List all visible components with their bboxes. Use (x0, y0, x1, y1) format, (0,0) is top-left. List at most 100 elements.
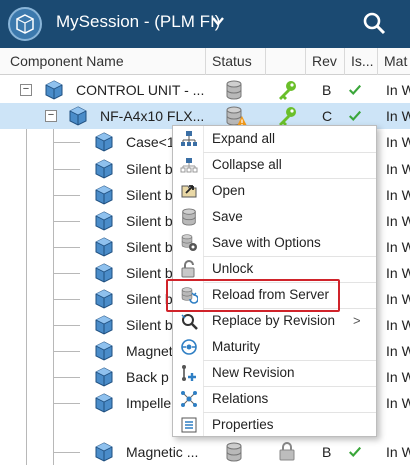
assembly-icon (68, 106, 88, 126)
row-name: Magnetic ... (126, 444, 199, 460)
check-icon (348, 83, 362, 97)
submenu-arrow-icon: > (353, 313, 361, 328)
menu-item-maturity[interactable]: Maturity (173, 334, 376, 360)
row-mat: In W (386, 108, 410, 124)
maturity-icon (181, 339, 197, 355)
tree-line (54, 403, 80, 404)
open-icon (181, 185, 197, 198)
row-rev: B (322, 444, 332, 460)
tree-line (54, 351, 80, 352)
tree-line (54, 325, 80, 326)
collapse-toggle[interactable]: − (20, 84, 32, 96)
menu-item-label: New Revision (212, 365, 295, 380)
tree-line (54, 221, 80, 222)
save-icon (180, 208, 198, 226)
row-mat: In W (386, 343, 410, 359)
menu-item-label: Maturity (212, 339, 261, 354)
row-name: Silent b (126, 239, 172, 255)
row-name: Magnet (126, 343, 172, 359)
menu-item-properties[interactable]: Properties (173, 412, 376, 438)
row-mat: In W (386, 239, 410, 255)
unlock-icon (181, 260, 195, 278)
row-mat: In W (386, 369, 410, 385)
row-name: Impelle (126, 395, 172, 411)
menu-item-label: Save (212, 209, 243, 224)
part-icon (94, 263, 114, 283)
part-icon (94, 393, 114, 413)
column-header-status[interactable]: Status (205, 48, 265, 75)
row-mat: In W (386, 82, 410, 98)
tree-line (54, 195, 80, 196)
part-icon (94, 132, 114, 152)
new-revision-icon (182, 365, 196, 381)
menu-item-save-with-options[interactable]: Save with Options (173, 230, 376, 256)
menu-item-save[interactable]: Save (173, 204, 376, 230)
tree-line (54, 299, 80, 300)
part-icon (94, 367, 114, 387)
collapse-toggle[interactable]: − (45, 110, 57, 122)
menu-item-label: Collapse all (212, 157, 282, 172)
row-name: Case<1> (126, 134, 172, 150)
part-icon (94, 442, 114, 462)
column-header-spacer[interactable] (265, 48, 305, 75)
menu-item-label: Open (212, 183, 246, 198)
column-header-mat[interactable]: Mat (377, 48, 410, 75)
part-icon (94, 185, 114, 205)
search-icon[interactable] (362, 11, 386, 35)
title-bar: MySession - (PLM FI) (0, 0, 410, 48)
row-mat: In W (386, 134, 410, 150)
table-row[interactable]: Magnetic ... B In W (0, 439, 410, 465)
app-logo-icon[interactable] (8, 7, 42, 41)
key-icon[interactable] (276, 79, 298, 101)
menu-item-expand-all[interactable]: Expand all (173, 126, 376, 152)
tree-line (54, 247, 80, 248)
part-icon (94, 289, 114, 309)
menu-item-label: Relations (212, 391, 269, 406)
menu-item-label: Save with Options (212, 235, 321, 250)
save-options-icon (181, 234, 197, 251)
column-header-row: Component Name Status Rev Is... Mat (0, 48, 410, 75)
row-mat: In W (386, 317, 410, 333)
chevron-down-icon[interactable] (210, 13, 226, 29)
menu-item-open[interactable]: Open (173, 178, 376, 204)
database-status-icon (224, 80, 244, 100)
part-icon (94, 211, 114, 231)
row-name: Silent b (126, 317, 172, 333)
expand-all-icon (181, 131, 197, 146)
row-name: Silent b (126, 213, 172, 229)
collapse-all-icon (180, 158, 198, 173)
tree-line (54, 169, 80, 170)
column-header-name[interactable]: Component Name (0, 48, 205, 75)
row-name: Back p (126, 369, 169, 385)
part-icon (94, 315, 114, 335)
check-icon (348, 109, 362, 123)
tree-line (54, 142, 80, 143)
row-mat: In W (386, 444, 410, 460)
column-header-rev[interactable]: Rev (305, 48, 344, 75)
row-mat: In W (386, 265, 410, 281)
part-icon (94, 237, 114, 257)
row-name: CONTROL UNIT - ... (76, 82, 204, 98)
table-row[interactable]: − CONTROL UNIT - ... B In W (0, 77, 410, 103)
menu-item-label: Properties (212, 417, 274, 432)
row-name: Silent b (126, 161, 172, 177)
row-mat: In W (386, 291, 410, 307)
highlight-box (166, 279, 340, 312)
part-icon (94, 341, 114, 361)
menu-item-relations[interactable]: Relations (173, 386, 376, 412)
tree-line (54, 377, 80, 378)
lock-icon[interactable] (278, 441, 296, 461)
tree-line (54, 452, 80, 453)
menu-item-label: Expand all (212, 131, 276, 146)
properties-icon (181, 417, 197, 433)
menu-item-new-revision[interactable]: New Revision (173, 360, 376, 386)
column-header-is[interactable]: Is... (344, 48, 377, 75)
part-icon (94, 159, 114, 179)
tree-line (54, 273, 80, 274)
key-icon[interactable] (276, 105, 298, 127)
menu-item-collapse-all[interactable]: Collapse all (173, 152, 376, 178)
assembly-icon (44, 80, 64, 100)
database-status-icon (224, 442, 244, 462)
session-title[interactable]: MySession - (PLM FI) (56, 12, 220, 32)
replace-icon (181, 314, 198, 330)
